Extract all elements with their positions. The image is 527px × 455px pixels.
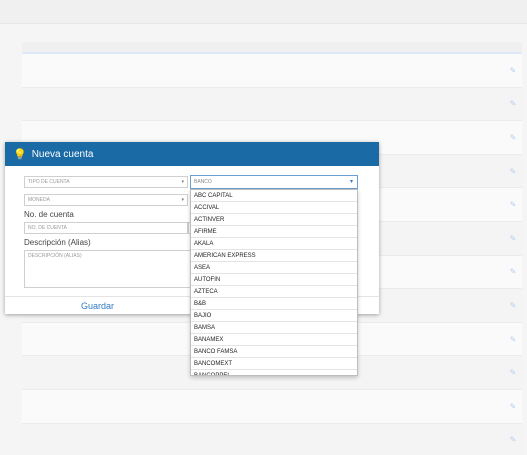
pencil-icon[interactable]: ✎ [504, 234, 522, 243]
bank-dropdown-list[interactable]: ABC CAPITAL ACCIVAL ACTINVER AFIRME AKALA AME… [190, 189, 358, 376]
description-label: Descripción (Alias) [24, 238, 91, 247]
bank-option[interactable]: ASEA [191, 262, 357, 274]
pencil-icon[interactable]: ✎ [504, 99, 522, 108]
table-row: ✎ [22, 389, 522, 424]
pencil-icon[interactable]: ✎ [504, 435, 522, 444]
pencil-icon[interactable]: ✎ [504, 301, 522, 310]
bank-option[interactable]: ABC CAPITAL [191, 190, 357, 202]
bank-option[interactable]: AFIRME [191, 226, 357, 238]
account-number-placeholder: NO. DE CUENTA [28, 225, 67, 231]
pencil-icon[interactable]: ✎ [504, 368, 522, 377]
modal-title: Nueva cuenta [31, 148, 94, 160]
account-type-select[interactable]: TIPO DE CUENTA ▾ [24, 176, 188, 188]
lightbulb-icon: 💡 [13, 148, 27, 161]
pencil-icon[interactable]: ✎ [504, 167, 522, 176]
bank-option[interactable]: BAJIO [191, 310, 357, 322]
table-header [22, 42, 522, 54]
bank-option[interactable]: AKALA [191, 238, 357, 250]
currency-select[interactable]: MONEDA ▾ [24, 194, 188, 206]
bank-option[interactable]: BAMSA [191, 322, 357, 334]
table-row: ✎ [22, 87, 522, 122]
caret-down-icon: ▾ [181, 179, 184, 185]
bank-option[interactable]: AZTECA [191, 286, 357, 298]
bank-select[interactable]: BANCO ▾ [190, 175, 358, 189]
account-number-field[interactable]: NO. DE CUENTA [24, 222, 188, 234]
account-type-placeholder: TIPO DE CUENTA [28, 179, 70, 185]
bank-option[interactable]: B&B [191, 298, 357, 310]
pencil-icon[interactable]: ✎ [504, 133, 522, 142]
page-title [0, 30, 527, 36]
currency-placeholder: MONEDA [28, 197, 50, 203]
pencil-icon[interactable]: ✎ [504, 267, 522, 276]
top-bar [0, 0, 527, 24]
caret-down-icon: ▾ [349, 179, 353, 185]
bank-option[interactable]: ACTINVER [191, 214, 357, 226]
bank-option[interactable]: AMERICAN EXPRESS [191, 250, 357, 262]
account-number-label: No. de cuenta [24, 210, 74, 219]
bank-option[interactable]: BANCO FAMSA [191, 346, 357, 358]
description-placeholder: DESCRIPCIÓN (ALIAS) [28, 253, 82, 259]
table-row: ✎ [22, 54, 522, 88]
pencil-icon[interactable]: ✎ [504, 402, 522, 411]
bank-option[interactable]: BANCOPPEL [191, 370, 357, 375]
caret-down-icon: ▾ [181, 197, 184, 203]
modal-header: 💡 Nueva cuenta [5, 142, 379, 166]
save-button[interactable]: Guardar [5, 297, 190, 315]
pencil-icon[interactable]: ✎ [504, 335, 522, 344]
bank-option[interactable]: BANAMEX [191, 334, 357, 346]
bank-placeholder: BANCO [194, 179, 212, 185]
bank-option[interactable]: AUTOFIN [191, 274, 357, 286]
bank-option[interactable]: ACCIVAL [191, 202, 357, 214]
bank-option[interactable]: BANCOMEXT [191, 358, 357, 370]
pencil-icon[interactable]: ✎ [504, 200, 522, 209]
table-row: ✎ [22, 423, 522, 455]
pencil-icon[interactable]: ✎ [504, 66, 522, 75]
